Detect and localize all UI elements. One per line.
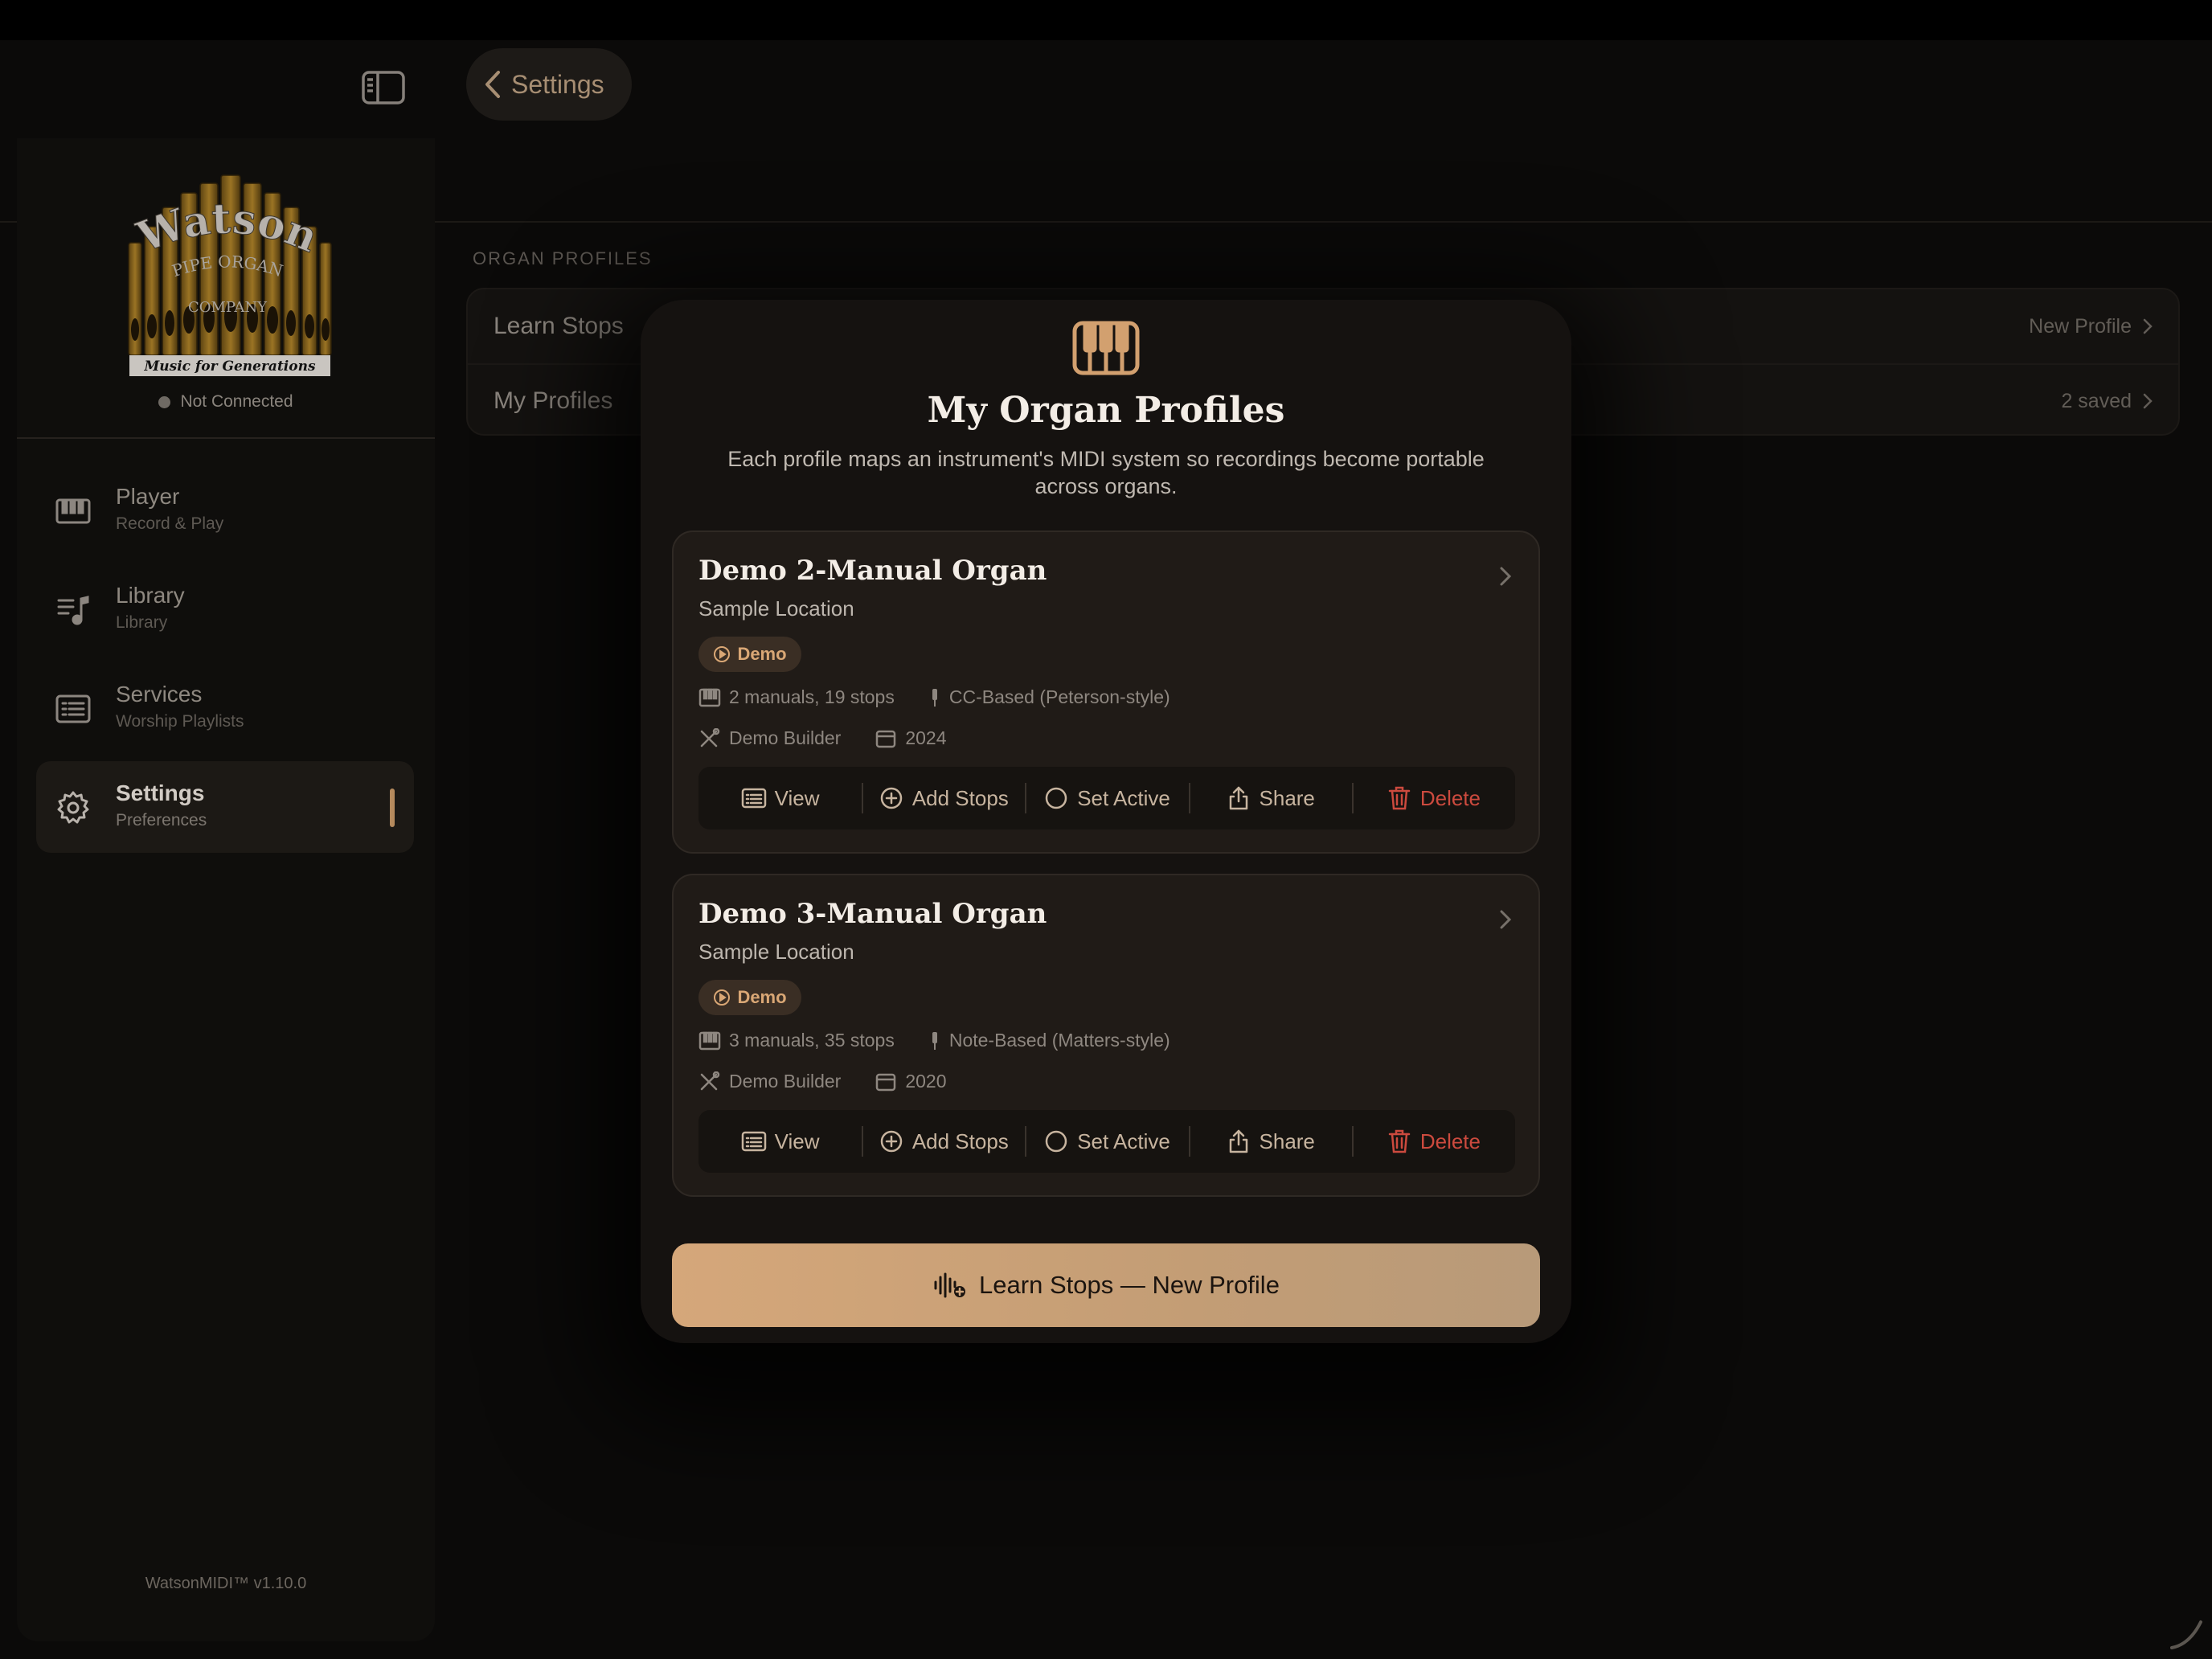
chevron-left-icon [484,70,502,99]
set-active-button[interactable]: Set Active [1025,767,1188,830]
resize-handle-icon[interactable] [2165,1612,2206,1653]
status-dot-icon [158,395,171,408]
sidebar-item-title: Settings [116,780,205,805]
share-button[interactable]: Share [1188,767,1352,830]
row-value: New Profile [2029,315,2153,338]
sidebar-toggle-icon[interactable] [360,69,407,106]
delete-button[interactable]: Delete [1351,767,1515,830]
back-button-label: Settings [511,69,604,99]
add-stops-button[interactable]: Add Stops [862,767,1025,830]
set-active-button[interactable]: Set Active [1025,1110,1188,1173]
primary-button-label: Learn Stops — New Profile [979,1271,1280,1299]
profile-location: Sample Location [698,596,854,621]
plus-circle-icon [880,1130,903,1153]
list-icon [55,691,91,727]
sidebar-item-title: Services [116,682,203,707]
piano-keys-icon [1071,320,1141,376]
music-list-icon [55,592,91,628]
piano-keys-icon [698,688,721,707]
profile-actions: View Add Stops Set Active Share Delete [698,1110,1515,1173]
divider [435,221,2212,223]
sidebar-item-services[interactable]: Services Worship Playlists [36,662,414,754]
svg-text:COMPANY: COMPANY [188,299,268,316]
trash-icon [1388,786,1411,810]
tools-icon [700,1071,720,1090]
share-icon [1229,786,1247,810]
watson-logo: Watson PIPE ORGAN COMPANY Music for Gene… [115,169,340,378]
trash-icon [1388,1129,1411,1153]
sidebar-item-subtitle: Preferences [116,811,207,830]
view-button[interactable]: View [698,767,862,830]
chevron-right-icon[interactable] [1497,564,1514,588]
share-icon [1229,1129,1247,1153]
profile-meta-row: 3 manuals, 35 stops Note-Based (Matters-… [698,1030,1170,1051]
share-button[interactable]: Share [1188,1110,1352,1173]
profile-card[interactable]: Demo 2-Manual Organ Sample Location Demo… [672,530,1540,854]
play-circle-icon [714,646,731,662]
status-bar [0,0,2212,40]
demo-badge: Demo [698,637,801,672]
cable-connector-icon [932,688,937,707]
row-label: Learn Stops [494,313,624,339]
cable-connector-icon [932,1031,937,1050]
sidebar-item-subtitle: Library [116,613,168,632]
list-icon [741,1131,766,1152]
piano-keys-icon [55,494,91,529]
profile-actions: View Add Stops Set Active Share Delete [698,767,1515,830]
profile-meta-row: 2 manuals, 19 stops CC-Based (Peterson-s… [698,686,1170,708]
divider [0,221,17,223]
sidebar-item-subtitle: Worship Playlists [116,712,244,731]
chevron-right-icon [2143,393,2153,409]
profile-meta-row: Demo Builder 2024 [698,727,947,749]
piano-keys-icon [698,1031,721,1050]
active-indicator [390,789,395,827]
section-header: ORGAN PROFILES [473,248,653,268]
chevron-right-icon[interactable] [1497,907,1514,932]
sidebar-item-settings[interactable]: Settings Preferences [36,761,414,853]
circle-icon [1045,787,1067,809]
profile-name: Demo 3-Manual Organ [698,898,1047,930]
demo-badge: Demo [698,980,801,1015]
add-stops-button[interactable]: Add Stops [862,1110,1025,1173]
profile-name: Demo 2-Manual Organ [698,555,1047,587]
sidebar: Watson PIPE ORGAN COMPANY Music for Gene… [17,138,435,1641]
row-value: 2 saved [2061,390,2153,413]
plus-circle-icon [880,787,903,809]
sidebar-item-library[interactable]: Library Library [36,563,414,655]
sidebar-item-player[interactable]: Player Record & Play [36,465,414,556]
connection-status-label: Not Connected [180,392,293,411]
modal-title: My Organ Profiles [927,390,1285,431]
logo-area: Watson PIPE ORGAN COMPANY Music for Gene… [17,138,435,439]
sidebar-item-subtitle: Record & Play [116,514,224,533]
delete-button[interactable]: Delete [1351,1110,1515,1173]
profile-card[interactable]: Demo 3-Manual Organ Sample Location Demo… [672,874,1540,1197]
modal-subtitle: Each profile maps an instrument's MIDI s… [727,447,1485,498]
circle-icon [1045,1130,1067,1153]
connection-status: Not Connected [17,392,435,412]
calendar-icon [876,730,896,748]
svg-text:Music for Generations: Music for Generations [143,358,315,375]
app-version: WatsonMIDI™ v1.10.0 [145,1575,307,1592]
tools-icon [700,727,720,747]
back-button[interactable]: Settings [466,48,632,121]
calendar-icon [876,1073,896,1091]
list-icon [741,788,766,809]
gear-icon [55,790,91,825]
organ-profiles-modal: My Organ Profiles Each profile maps an i… [641,300,1571,1343]
profile-location: Sample Location [698,940,854,964]
view-button[interactable]: View [698,1110,862,1173]
profile-meta-row: Demo Builder 2020 [698,1071,947,1092]
sidebar-item-title: Player [116,484,180,509]
learn-stops-new-profile-button[interactable]: Learn Stops — New Profile [672,1243,1540,1327]
chevron-right-icon [2143,318,2153,334]
row-label: My Profiles [494,387,613,414]
waveform-plus-icon [934,1272,966,1298]
sidebar-item-title: Library [116,583,185,608]
play-circle-icon [714,989,731,1006]
